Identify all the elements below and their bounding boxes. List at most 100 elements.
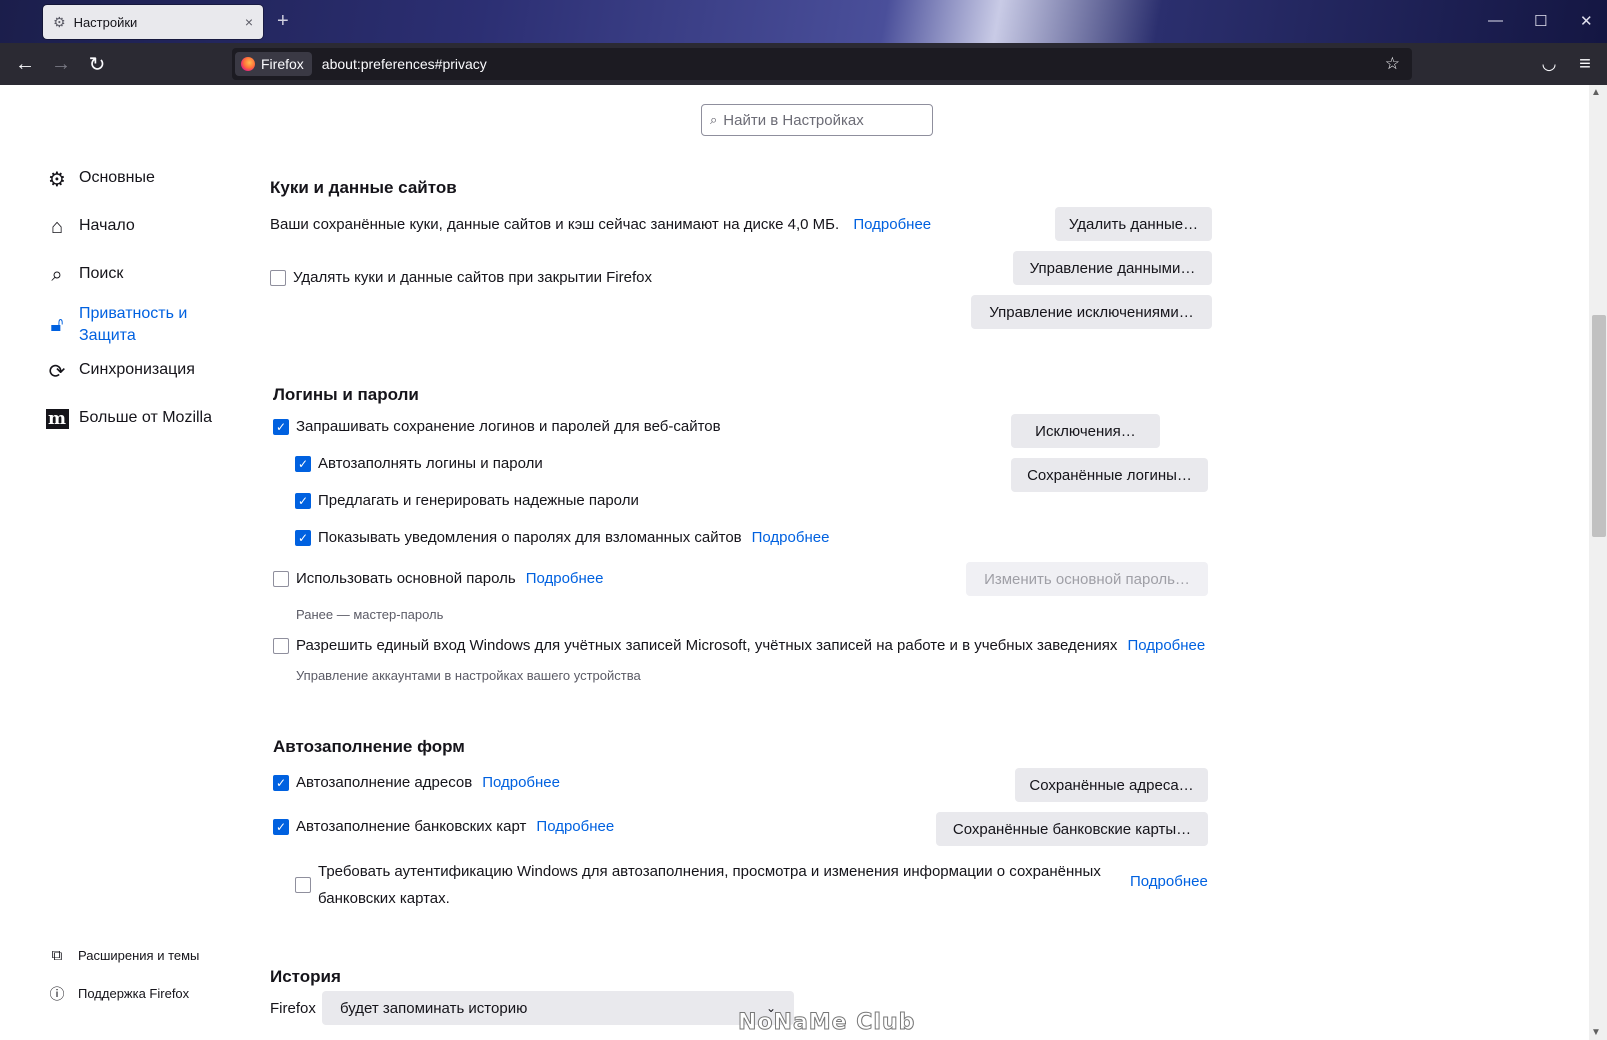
sidebar-item-label: Синхронизация xyxy=(79,361,195,378)
sidebar-item-home[interactable]: ⌂ Начало xyxy=(45,215,135,239)
lock-icon: 🔓︎ xyxy=(50,313,64,336)
saved-addresses-button[interactable]: Сохранённые адреса… xyxy=(1015,768,1208,802)
sidebar-footer-label: Расширения и темы xyxy=(78,948,200,963)
logins-section-title: Логины и пароли xyxy=(273,385,419,404)
clear-data-button[interactable]: Удалить данные… xyxy=(1055,207,1212,241)
sidebar-footer-addons[interactable]: ⧉ Расширения и темы xyxy=(48,947,200,964)
gear-icon: ⚙ xyxy=(53,13,66,30)
breach-alerts-row[interactable]: ✓ Показывать уведомления о паролях для в… xyxy=(295,529,829,546)
primary-password-learn-more-link[interactable]: Подробнее xyxy=(526,570,604,587)
require-auth-label-line2: банковских картах. xyxy=(318,890,450,907)
cards-learn-more-link[interactable]: Подробнее xyxy=(536,818,614,835)
sidebar-item-label: Поиск xyxy=(79,265,124,282)
login-exceptions-button[interactable]: Исключения… xyxy=(1011,414,1160,448)
ask-save-label: Запрашивать сохранение логинов и паролей… xyxy=(296,418,721,435)
url-bar[interactable]: Firefox about:preferences#privacy ☆ xyxy=(232,48,1412,80)
manage-data-button[interactable]: Управление данными… xyxy=(1013,251,1212,285)
url-text[interactable]: about:preferences#privacy xyxy=(322,56,1385,72)
ask-save-checkbox[interactable]: ✓ xyxy=(273,418,289,435)
history-mode-value: будет запоминать историю xyxy=(340,999,528,1017)
close-window-button[interactable]: ✕ xyxy=(1580,12,1593,30)
require-auth-learn-more-link[interactable]: Подробнее xyxy=(1130,873,1208,890)
cookies-learn-more-link[interactable]: Подробнее xyxy=(853,216,931,233)
cookies-section-title: Куки и данные сайтов xyxy=(270,178,457,197)
sidebar-item-more-from-mozilla[interactable]: m Больше от Mozilla xyxy=(45,407,212,431)
autofill-cards-label: Автозаполнение банковских карт xyxy=(296,818,527,835)
app-menu-button[interactable]: ≡ xyxy=(1572,51,1598,77)
autofill-cards-row[interactable]: ✓ Автозаполнение банковских карт Подробн… xyxy=(273,818,614,835)
sidebar-item-label-line2: Защита xyxy=(79,327,136,344)
sidebar-footer-support[interactable]: ⓘ Поддержка Firefox xyxy=(48,983,189,1004)
sidebar-item-label: Начало xyxy=(79,217,135,234)
search-input[interactable] xyxy=(723,111,914,129)
suggest-passwords-row[interactable]: ✓ Предлагать и генерировать надежные пар… xyxy=(295,492,639,509)
saved-logins-button[interactable]: Сохранённые логины… xyxy=(1011,458,1208,492)
autofill-cards-checkbox[interactable]: ✓ xyxy=(273,818,289,835)
autofill-logins-row[interactable]: ✓ Автозаполнять логины и пароли xyxy=(295,455,543,472)
sidebar-item-sync[interactable]: ⟳ Синхронизация xyxy=(45,359,195,383)
sidebar-item-label: Основные xyxy=(79,169,155,186)
maximize-button[interactable]: ☐ xyxy=(1534,12,1547,30)
saved-cards-button[interactable]: Сохранённые банковские карты… xyxy=(936,812,1208,846)
scroll-down-icon[interactable]: ▼ xyxy=(1591,1027,1601,1038)
breach-alerts-checkbox[interactable]: ✓ xyxy=(295,529,311,546)
sidebar-item-search[interactable]: ⌕ Поиск xyxy=(45,263,123,287)
reload-button[interactable]: ↻ xyxy=(84,51,110,77)
sidebar-item-general[interactable]: ⚙ Основные xyxy=(45,167,155,191)
delete-on-close-label: Удалять куки и данные сайтов при закрыти… xyxy=(293,269,652,286)
history-mode-select[interactable]: будет запоминать историю ⌄ xyxy=(322,991,794,1025)
scroll-up-icon[interactable]: ▲ xyxy=(1591,87,1601,98)
windows-sso-checkbox[interactable] xyxy=(273,637,289,654)
cookies-usage-text: Ваши сохранённые куки, данные сайтов и к… xyxy=(270,216,840,233)
manage-exceptions-button[interactable]: Управление исключениями… xyxy=(971,295,1212,329)
autofill-logins-label: Автозаполнять логины и пароли xyxy=(318,455,543,472)
back-button[interactable]: ← xyxy=(12,51,38,77)
delete-on-close-checkbox[interactable] xyxy=(270,269,286,286)
require-auth-checkbox[interactable] xyxy=(295,877,311,893)
forward-button[interactable]: → xyxy=(48,51,74,77)
scrollbar-thumb[interactable] xyxy=(1592,315,1606,537)
tab-close-icon[interactable]: × xyxy=(245,14,253,30)
home-icon: ⌂ xyxy=(50,215,64,238)
primary-password-label: Использовать основной пароль xyxy=(296,570,516,587)
gear-icon: ⚙ xyxy=(48,168,66,191)
autofill-logins-checkbox[interactable]: ✓ xyxy=(295,455,311,472)
settings-search[interactable]: ⌕ xyxy=(701,104,933,136)
suggest-passwords-checkbox[interactable]: ✓ xyxy=(295,492,311,509)
require-auth-row[interactable]: Требовать аутентификацию Windows для авт… xyxy=(295,858,1101,912)
pocket-icon[interactable]: ◡ xyxy=(1536,51,1562,77)
primary-password-row[interactable]: Использовать основной пароль Подробнее xyxy=(273,570,604,587)
watermark: NoNaMe Club xyxy=(737,1010,916,1036)
addresses-learn-more-link[interactable]: Подробнее xyxy=(482,774,560,791)
new-tab-button[interactable]: + xyxy=(277,10,289,33)
windows-sso-row[interactable]: Разрешить единый вход Windows для учётны… xyxy=(273,637,1205,654)
sidebar-item-label: Приватность и Защита xyxy=(79,303,187,347)
sidebar-item-label: Больше от Mozilla xyxy=(79,409,213,426)
minimize-button[interactable]: — xyxy=(1488,12,1503,29)
breach-learn-more-link[interactable]: Подробнее xyxy=(752,529,830,546)
sync-icon: ⟳ xyxy=(48,360,66,383)
autofill-addresses-row[interactable]: ✓ Автозаполнение адресов Подробнее xyxy=(273,774,560,791)
primary-password-checkbox[interactable] xyxy=(273,570,289,587)
change-primary-password-button[interactable]: Изменить основной пароль… xyxy=(966,562,1208,596)
bookmark-star-icon[interactable]: ☆ xyxy=(1385,54,1400,74)
primary-password-note: Ранее — мастер-пароль xyxy=(296,607,444,622)
windows-sso-learn-more-link[interactable]: Подробнее xyxy=(1127,637,1205,654)
search-icon: ⌕ xyxy=(710,112,718,127)
firefox-logo-icon xyxy=(241,57,255,71)
help-icon: ⓘ xyxy=(49,986,65,1003)
delete-on-close-row[interactable]: Удалять куки и данные сайтов при закрыти… xyxy=(270,269,652,286)
windows-sso-label: Разрешить единый вход Windows для учётны… xyxy=(296,637,1118,654)
categories-sidebar: ⚙ Основные ⌂ Начало ⌕ Поиск 🔓︎ Приватнос… xyxy=(0,85,240,1040)
scrollbar[interactable] xyxy=(1589,85,1607,1040)
require-auth-label: Требовать аутентификацию Windows для авт… xyxy=(318,858,1101,912)
autofill-addresses-label: Автозаполнение адресов xyxy=(296,774,473,791)
autofill-addresses-checkbox[interactable]: ✓ xyxy=(273,774,289,791)
identity-box[interactable]: Firefox xyxy=(235,52,312,76)
puzzle-icon: ⧉ xyxy=(51,947,63,964)
tab-settings[interactable]: ⚙ Настройки × xyxy=(43,5,263,39)
sidebar-footer-label: Поддержка Firefox xyxy=(78,986,190,1001)
ask-save-row[interactable]: ✓ Запрашивать сохранение логинов и парол… xyxy=(273,418,721,435)
sidebar-item-privacy[interactable]: 🔓︎ Приватность и Защита xyxy=(45,303,188,347)
history-prefix: Firefox xyxy=(270,1000,316,1017)
